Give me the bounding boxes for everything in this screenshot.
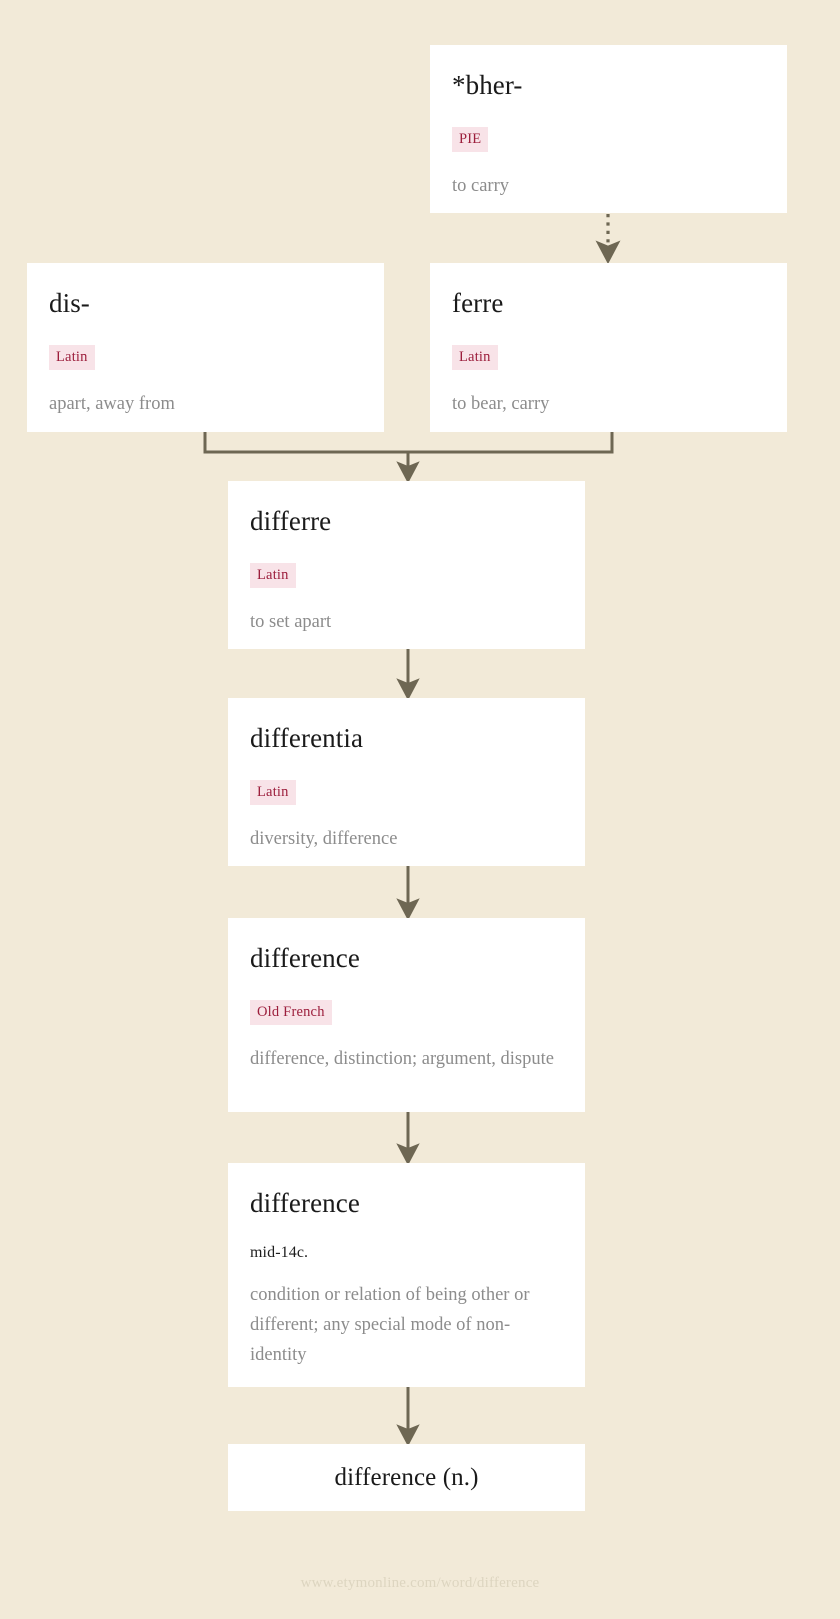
footer-source-url: www.etymonline.com/word/difference <box>300 1575 540 1591</box>
language-badge-old-french: Old French <box>250 999 332 1026</box>
etymology-diagram: *bher- PIE to carry dis- Latin apart, aw… <box>0 0 840 1619</box>
date-row-english: mid-14c. <box>250 1243 563 1261</box>
language-badge-ferre: Latin <box>452 344 498 371</box>
headword-old-french: difference <box>250 943 360 973</box>
headword-differre: differre <box>250 506 332 536</box>
word-card-pie[interactable]: *bher- PIE to carry <box>430 45 787 213</box>
gloss-ferre: to bear, carry <box>452 394 550 415</box>
word-card-differentia[interactable]: differentia Latin diversity, difference <box>228 698 585 866</box>
language-badge-differentia: Latin <box>250 779 296 806</box>
gloss-english: condition or relation of being other or … <box>250 1284 530 1365</box>
language-row-old-french: Old French <box>250 999 563 1026</box>
language-row-ferre: Latin <box>452 344 765 371</box>
word-card-final-entry[interactable]: difference (n.) <box>228 1444 585 1511</box>
language-badge-dis: Latin <box>49 344 95 371</box>
language-row-dis: Latin <box>49 344 362 371</box>
language-badge-pie: PIE <box>452 126 489 153</box>
word-card-old-french[interactable]: difference Old French difference, distin… <box>228 918 585 1112</box>
gloss-differre: to set apart <box>250 612 332 633</box>
date-label-english: mid-14c. <box>250 1243 309 1261</box>
headword-final-entry: difference (n.) <box>334 1463 479 1491</box>
headword-ferre: ferre <box>452 288 504 318</box>
headword-pie: *bher- <box>452 70 523 100</box>
gloss-old-french: difference, distinction; argument, dispu… <box>250 1049 554 1070</box>
headword-differentia: differentia <box>250 723 364 753</box>
word-card-english[interactable]: difference mid-14c. condition or relatio… <box>228 1163 585 1387</box>
gloss-dis: apart, away from <box>49 394 175 415</box>
connector-merge-to-differre <box>203 432 614 484</box>
gloss-pie: to carry <box>452 176 510 197</box>
language-row-pie: PIE <box>452 126 765 153</box>
gloss-differentia: diversity, difference <box>250 829 398 850</box>
headword-english: difference <box>250 1188 360 1218</box>
word-card-ferre[interactable]: ferre Latin to bear, carry <box>430 263 787 432</box>
headword-dis: dis- <box>49 288 90 318</box>
word-card-dis[interactable]: dis- Latin apart, away from <box>27 263 384 432</box>
word-card-differre[interactable]: differre Latin to set apart <box>228 481 585 649</box>
language-row-differentia: Latin <box>250 779 563 806</box>
language-row-differre: Latin <box>250 562 563 589</box>
language-badge-differre: Latin <box>250 562 296 589</box>
